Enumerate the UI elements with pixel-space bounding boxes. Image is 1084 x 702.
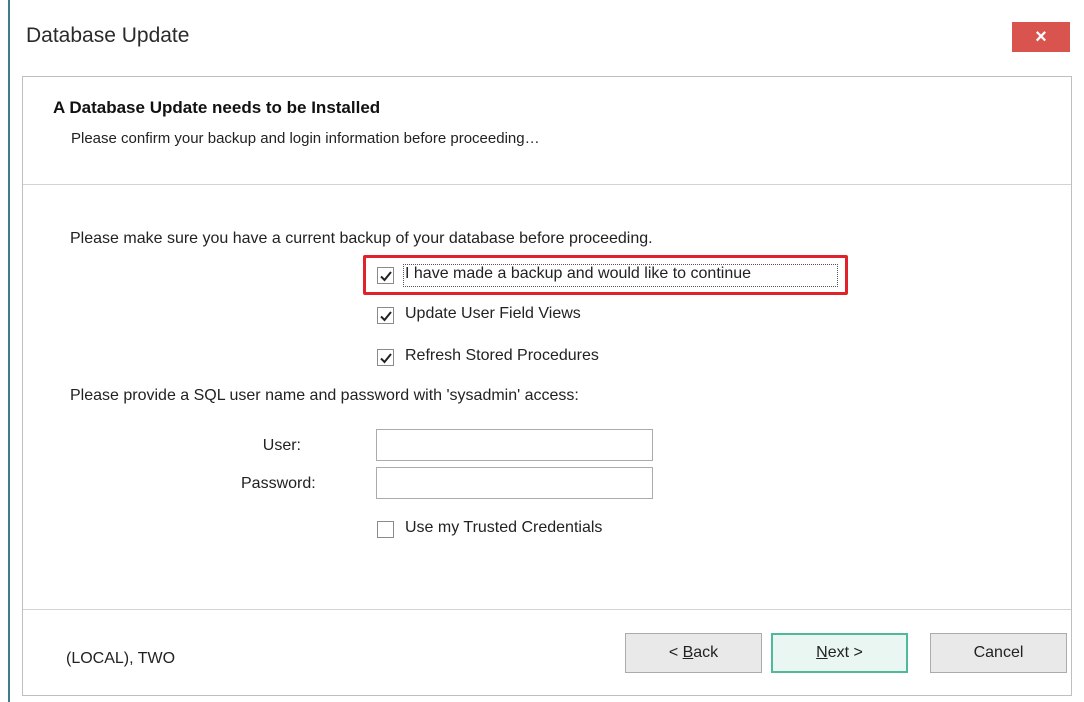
window-edge: [0, 0, 10, 702]
next-button[interactable]: Next >: [771, 633, 908, 673]
update-user-field-views-label: Update User Field Views: [405, 305, 581, 322]
backup-confirm-label: I have made a backup and would like to c…: [405, 265, 752, 282]
server-status: (LOCAL), TWO: [66, 650, 176, 667]
password-label: Password:: [241, 475, 316, 492]
back-hotkey: B: [682, 644, 694, 661]
refresh-stored-procedures-checkbox[interactable]: [377, 349, 394, 366]
trusted-credentials-checkbox[interactable]: [377, 521, 394, 538]
close-icon: ×: [1035, 26, 1047, 48]
next-rest: ext >: [827, 644, 863, 661]
next-hotkey: N: [816, 644, 828, 661]
back-rest: ack: [693, 644, 719, 661]
update-user-field-views-checkbox[interactable]: [377, 307, 394, 324]
password-input[interactable]: [376, 467, 653, 499]
backup-prompt: Please make sure you have a current back…: [70, 230, 653, 247]
backup-confirm-checkbox[interactable]: [377, 267, 394, 284]
user-input[interactable]: [376, 429, 653, 461]
title-bar: Database Update ×: [12, 0, 1078, 76]
footer-divider: [23, 609, 1071, 610]
window-title: Database Update: [26, 24, 190, 47]
header-subtitle: Please confirm your backup and login inf…: [71, 130, 540, 147]
dialog-content: A Database Update needs to be Installed …: [22, 76, 1072, 696]
header-panel: A Database Update needs to be Installed …: [23, 77, 1071, 185]
trusted-credentials-label: Use my Trusted Credentials: [405, 519, 603, 536]
header-title: A Database Update needs to be Installed: [53, 98, 381, 117]
refresh-stored-procedures-label: Refresh Stored Procedures: [405, 347, 599, 364]
back-prefix: <: [668, 644, 683, 661]
user-label: User:: [262, 437, 301, 454]
back-button[interactable]: < Back: [625, 633, 762, 673]
checkmark-icon: [379, 310, 392, 321]
cancel-button[interactable]: Cancel: [930, 633, 1067, 673]
close-button[interactable]: ×: [1012, 22, 1070, 52]
sql-prompt: Please provide a SQL user name and passw…: [70, 387, 579, 404]
checkmark-icon: [379, 270, 392, 281]
database-update-dialog: Database Update × A Database Update need…: [12, 0, 1078, 700]
checkmark-icon: [379, 352, 392, 363]
